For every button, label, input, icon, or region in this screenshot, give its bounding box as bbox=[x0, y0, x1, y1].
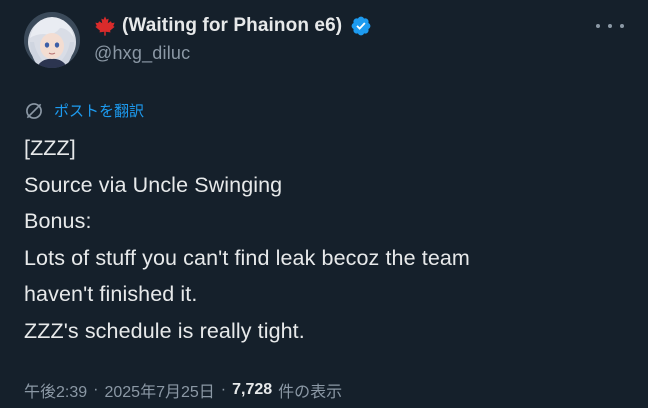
tweet-text-line: ZZZ's schedule is really tight. bbox=[24, 318, 305, 343]
author-handle[interactable]: @hxg_diluc bbox=[94, 43, 372, 64]
tweet-text-line: Lots of stuff you can't find leak becoz … bbox=[24, 245, 470, 270]
tweet-text-line: [ZZZ] bbox=[24, 136, 76, 160]
tweet-text-line: Bonus: bbox=[24, 209, 92, 233]
tweet-date[interactable]: 2025年7月25日 bbox=[104, 378, 214, 402]
views-count[interactable]: 7,728 bbox=[232, 381, 272, 399]
globe-translate-icon bbox=[26, 102, 42, 119]
more-options-button[interactable] bbox=[596, 18, 624, 34]
maple-leaf-icon bbox=[95, 16, 115, 36]
display-name[interactable]: (Waiting for Phainon e6) bbox=[122, 15, 342, 37]
tweet-time[interactable]: 午後2:39 bbox=[24, 378, 87, 402]
more-horizontal-icon bbox=[596, 24, 600, 28]
meta-separator: · bbox=[220, 381, 227, 398]
meta-separator: · bbox=[93, 381, 99, 398]
avatar-image bbox=[24, 12, 80, 68]
tweet-text-line: Source via Uncle Swinging bbox=[24, 172, 283, 197]
views-label[interactable]: 件の表示 bbox=[278, 378, 342, 402]
tweet-text-line: haven't finished it. bbox=[24, 282, 198, 306]
display-name-row[interactable]: (Waiting for Phainon e6) bbox=[94, 15, 372, 37]
verified-badge-icon[interactable] bbox=[350, 15, 372, 37]
tweet: (Waiting for Phainon e6) @hxg_diluc ポストを… bbox=[0, 0, 648, 408]
tweet-text: [ZZZ] Source via Uncle Swinging Bonus: L… bbox=[24, 130, 624, 349]
translate-post-link[interactable]: ポストを翻訳 bbox=[24, 100, 144, 121]
avatar[interactable] bbox=[24, 12, 80, 68]
author-names: (Waiting for Phainon e6) @hxg_diluc bbox=[94, 15, 372, 64]
tweet-meta: 午後2:39 · 2025年7月25日 · 7,728 件の表示 bbox=[24, 378, 342, 402]
tweet-header: (Waiting for Phainon e6) @hxg_diluc bbox=[24, 12, 624, 80]
translate-label[interactable]: ポストを翻訳 bbox=[54, 100, 144, 121]
